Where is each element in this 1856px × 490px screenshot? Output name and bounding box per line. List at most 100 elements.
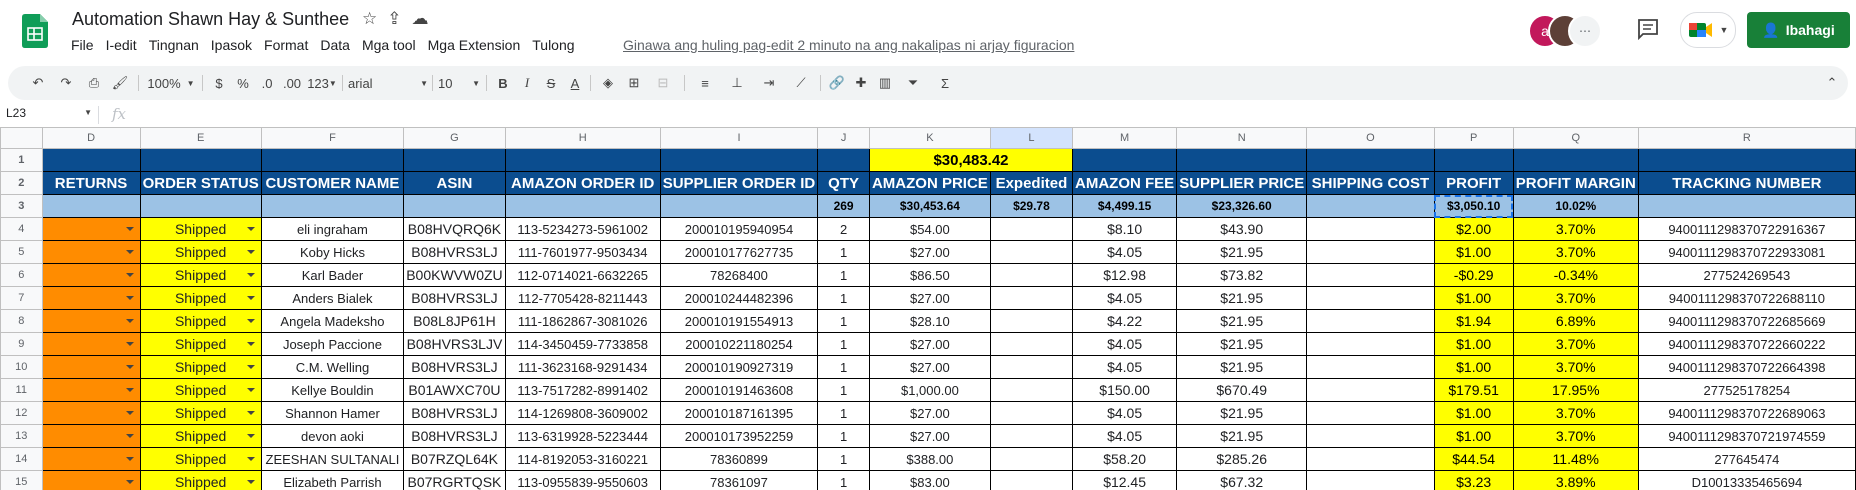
- cell[interactable]: [659, 194, 819, 218]
- customer-name-cell[interactable]: Anders Bialek: [260, 286, 405, 310]
- row-header[interactable]: 10: [0, 355, 43, 379]
- amazon-fee-cell[interactable]: $12.45: [1072, 470, 1178, 490]
- returns-dropdown-cell[interactable]: [41, 286, 141, 310]
- tracking-number-cell[interactable]: 9400111298370722933081: [1637, 240, 1856, 264]
- expedited-cell[interactable]: [989, 240, 1074, 264]
- supplier-price-cell[interactable]: $73.82: [1176, 263, 1308, 287]
- profit-cell[interactable]: $1.00: [1433, 401, 1514, 425]
- amazon-price-cell[interactable]: $27.00: [868, 240, 991, 264]
- profit-cell[interactable]: $44.54: [1433, 447, 1514, 471]
- profit-cell[interactable]: $1.00: [1433, 355, 1514, 379]
- cell[interactable]: [1512, 148, 1639, 172]
- header-cell[interactable]: ORDER STATUS: [139, 171, 262, 195]
- qty-cell[interactable]: 1: [817, 286, 870, 310]
- qty-cell[interactable]: 1: [817, 240, 870, 264]
- row-header[interactable]: 8: [0, 309, 43, 333]
- column-header[interactable]: E: [139, 127, 262, 149]
- profit-cell[interactable]: $179.51: [1433, 378, 1514, 402]
- profit-margin-cell[interactable]: -0.34%: [1512, 263, 1639, 287]
- header-cell[interactable]: AMAZON FEE: [1072, 171, 1178, 195]
- shipping-cost-cell[interactable]: [1306, 355, 1435, 379]
- row-header[interactable]: 7: [0, 286, 43, 310]
- profit-cell[interactable]: $3.23: [1433, 470, 1514, 490]
- header-cell[interactable]: SUPPLIER PRICE: [1176, 171, 1308, 195]
- text-wrap-icon[interactable]: ⇥: [754, 66, 784, 100]
- amazon-price-cell[interactable]: $83.00: [868, 470, 991, 490]
- expedited-cell[interactable]: [989, 447, 1074, 471]
- amazon-fee-cell[interactable]: $4.05: [1072, 240, 1178, 264]
- profit-margin-cell[interactable]: 6.89%: [1512, 309, 1639, 333]
- amazon-order-id-cell[interactable]: 113-5234273-5961002: [504, 217, 661, 241]
- tracking-number-cell[interactable]: 9400111298370722916367: [1637, 217, 1856, 241]
- collapse-toolbar-icon[interactable]: ⌃: [1820, 66, 1844, 100]
- qty-cell[interactable]: 1: [817, 263, 870, 287]
- returns-dropdown-cell[interactable]: [41, 378, 141, 402]
- qty-cell[interactable]: 2: [817, 217, 870, 241]
- amazon-order-id-cell[interactable]: 111-3623168-9291434: [504, 355, 661, 379]
- profit-margin-cell[interactable]: 3.70%: [1512, 217, 1639, 241]
- supplier-order-id-cell[interactable]: 200010191463608: [659, 378, 819, 402]
- profit-cell[interactable]: $1.00: [1433, 424, 1514, 448]
- expedited-cell[interactable]: [989, 217, 1074, 241]
- customer-name-cell[interactable]: Shannon Hamer: [260, 401, 405, 425]
- customer-name-cell[interactable]: Angela Madeksho: [260, 309, 405, 333]
- column-header[interactable]: N: [1176, 127, 1308, 149]
- functions-icon[interactable]: Σ: [930, 66, 960, 100]
- shipping-cost-cell[interactable]: [1306, 470, 1435, 490]
- row-header[interactable]: 11: [0, 378, 43, 402]
- order-status-dropdown-cell[interactable]: Shipped: [139, 447, 262, 471]
- text-color-button[interactable]: A: [564, 66, 586, 100]
- customer-name-cell[interactable]: C.M. Welling: [260, 355, 405, 379]
- horizontal-align-icon[interactable]: ≡: [690, 66, 720, 100]
- profit-cell[interactable]: $2.00: [1433, 217, 1514, 241]
- returns-dropdown-cell[interactable]: [41, 240, 141, 264]
- cell[interactable]: [817, 148, 870, 172]
- supplier-order-id-cell[interactable]: 200010191554913: [659, 309, 819, 333]
- header-cell[interactable]: PROFIT: [1433, 171, 1514, 195]
- row-header[interactable]: 13: [0, 424, 43, 448]
- tracking-number-cell[interactable]: 9400111298370722664398: [1637, 355, 1856, 379]
- cell[interactable]: [260, 148, 405, 172]
- profit-margin-cell[interactable]: 17.95%: [1512, 378, 1639, 402]
- supplier-price-cell[interactable]: $21.95: [1176, 424, 1308, 448]
- menu-format[interactable]: Format: [264, 37, 308, 53]
- returns-dropdown-cell[interactable]: [41, 217, 141, 241]
- shipping-cost-cell[interactable]: [1306, 286, 1435, 310]
- paint-format-icon[interactable]: 🖌: [108, 66, 132, 100]
- amazon-fee-cell[interactable]: $8.10: [1072, 217, 1178, 241]
- column-header[interactable]: P: [1433, 127, 1514, 149]
- shipping-cost-cell[interactable]: [1306, 424, 1435, 448]
- supplier-price-cell[interactable]: $43.90: [1176, 217, 1308, 241]
- profit-margin-cell[interactable]: 3.89%: [1512, 470, 1639, 490]
- increase-decimal-button[interactable]: .00: [280, 66, 304, 100]
- cell[interactable]: [659, 148, 819, 172]
- cell[interactable]: [139, 194, 262, 218]
- move-folder-icon[interactable]: ⇪: [387, 9, 401, 29]
- cell[interactable]: [41, 148, 141, 172]
- total-amazon-price-cell[interactable]: $30,483.42: [868, 148, 1074, 172]
- cell[interactable]: [1637, 148, 1856, 172]
- cell[interactable]: [1306, 148, 1435, 172]
- customer-name-cell[interactable]: Joseph Paccione: [260, 332, 405, 356]
- column-header[interactable]: O: [1306, 127, 1435, 149]
- tracking-number-cell[interactable]: 277645474: [1637, 447, 1856, 471]
- font-family-select[interactable]: arial ▼: [348, 66, 428, 100]
- menu-tools[interactable]: Mga tool: [362, 37, 416, 53]
- asin-cell[interactable]: B00KWVW0ZU: [403, 263, 506, 287]
- shipping-cost-cell[interactable]: [1306, 309, 1435, 333]
- insert-comment-icon[interactable]: ✚: [850, 66, 872, 100]
- supplier-price-cell[interactable]: $21.95: [1176, 240, 1308, 264]
- column-header[interactable]: Q: [1512, 127, 1639, 149]
- amazon-price-cell[interactable]: $86.50: [868, 263, 991, 287]
- expedited-cell[interactable]: [989, 309, 1074, 333]
- vertical-align-icon[interactable]: ⊥: [722, 66, 752, 100]
- amazon-fee-cell[interactable]: $4.05: [1072, 286, 1178, 310]
- supplier-order-id-cell[interactable]: 200010173952259: [659, 424, 819, 448]
- returns-dropdown-cell[interactable]: [41, 447, 141, 471]
- profit-margin-cell[interactable]: 3.70%: [1512, 286, 1639, 310]
- tracking-number-cell[interactable]: 9400111298370722685669: [1637, 309, 1856, 333]
- supplier-order-id-cell[interactable]: 200010187161395: [659, 401, 819, 425]
- row-header[interactable]: 4: [0, 217, 43, 241]
- returns-dropdown-cell[interactable]: [41, 263, 141, 287]
- qty-cell[interactable]: 1: [817, 470, 870, 490]
